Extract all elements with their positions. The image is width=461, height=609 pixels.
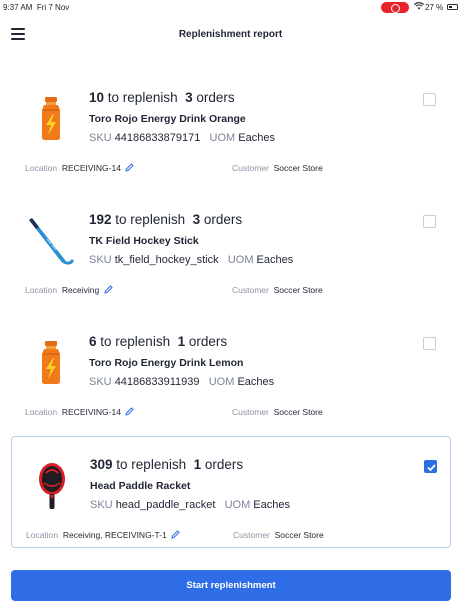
energy-drink-bottle-icon: [25, 336, 77, 388]
customer-line: Customer Soccer Store: [232, 285, 323, 295]
location-line: Location Receiving: [25, 285, 113, 295]
product-name: TK Field Hockey Stick: [89, 235, 199, 247]
edit-location-pencil-icon[interactable]: [125, 407, 135, 416]
location-line: Location RECEIVING-14: [25, 163, 135, 173]
header: Replenishment report: [0, 18, 461, 52]
product-name: Head Paddle Racket: [90, 480, 191, 492]
sku-uom-line: SKU 44186833879171 UOM Eaches: [89, 132, 275, 144]
replenish-summary: 6 to replenish 1 orders: [89, 334, 228, 349]
replenish-summary: 192 to replenish 3 orders: [89, 212, 243, 227]
energy-drink-bottle-icon: [25, 92, 77, 144]
replenishment-card[interactable]: 10 to replenish 3 orders Toro Rojo Energ…: [11, 70, 451, 182]
replenishment-card[interactable]: 192 to replenish 3 orders TK Field Hocke…: [11, 192, 451, 304]
select-checkbox[interactable]: [424, 460, 437, 473]
checkmark-icon: [427, 464, 436, 472]
select-checkbox[interactable]: [423, 337, 436, 350]
replenish-summary: 10 to replenish 3 orders: [89, 90, 235, 105]
location-line: Location RECEIVING-14: [25, 407, 135, 417]
edit-location-pencil-icon[interactable]: [103, 285, 113, 294]
screen-recording-indicator-icon: [381, 2, 409, 13]
product-name: Toro Rojo Energy Drink Orange: [89, 113, 246, 125]
status-bar: 9:37 AM Fri 7 Nov 27 %: [0, 0, 461, 16]
customer-line: Customer Soccer Store: [232, 407, 323, 417]
edit-location-pencil-icon[interactable]: [171, 530, 180, 539]
sku-uom-line: SKU 44186833911939 UOM Eaches: [89, 376, 275, 388]
select-checkbox[interactable]: [423, 93, 436, 106]
select-checkbox[interactable]: [423, 215, 436, 228]
customer-line: Customer Soccer Store: [233, 530, 324, 540]
wifi-icon: [413, 2, 425, 12]
status-time: 9:37 AM Fri 7 Nov: [3, 3, 70, 12]
replenishment-card[interactable]: 309 to replenish 1 orders Head Paddle Ra…: [11, 436, 451, 548]
paddle-racket-icon: [26, 459, 78, 511]
edit-location-pencil-icon[interactable]: [125, 163, 135, 172]
page-title: Replenishment report: [178, 29, 283, 40]
sku-uom-line: SKU tk_field_hockey_stick UOM Eaches: [89, 254, 294, 266]
location-line: Location Receiving, RECEIVING-T-1: [26, 530, 180, 540]
battery-icon: [447, 4, 458, 10]
product-name: Toro Rojo Energy Drink Lemon: [89, 357, 244, 369]
replenishment-card[interactable]: 6 to replenish 1 orders Toro Rojo Energy…: [11, 314, 451, 426]
battery-percentage: 27 %: [425, 3, 444, 12]
sku-uom-line: SKU head_paddle_racket UOM Eaches: [90, 499, 290, 511]
start-replenishment-button[interactable]: Start replenishment: [11, 570, 451, 601]
hockey-stick-icon: [25, 214, 77, 266]
replenish-summary: 309 to replenish 1 orders: [90, 457, 244, 472]
customer-line: Customer Soccer Store: [232, 163, 323, 173]
